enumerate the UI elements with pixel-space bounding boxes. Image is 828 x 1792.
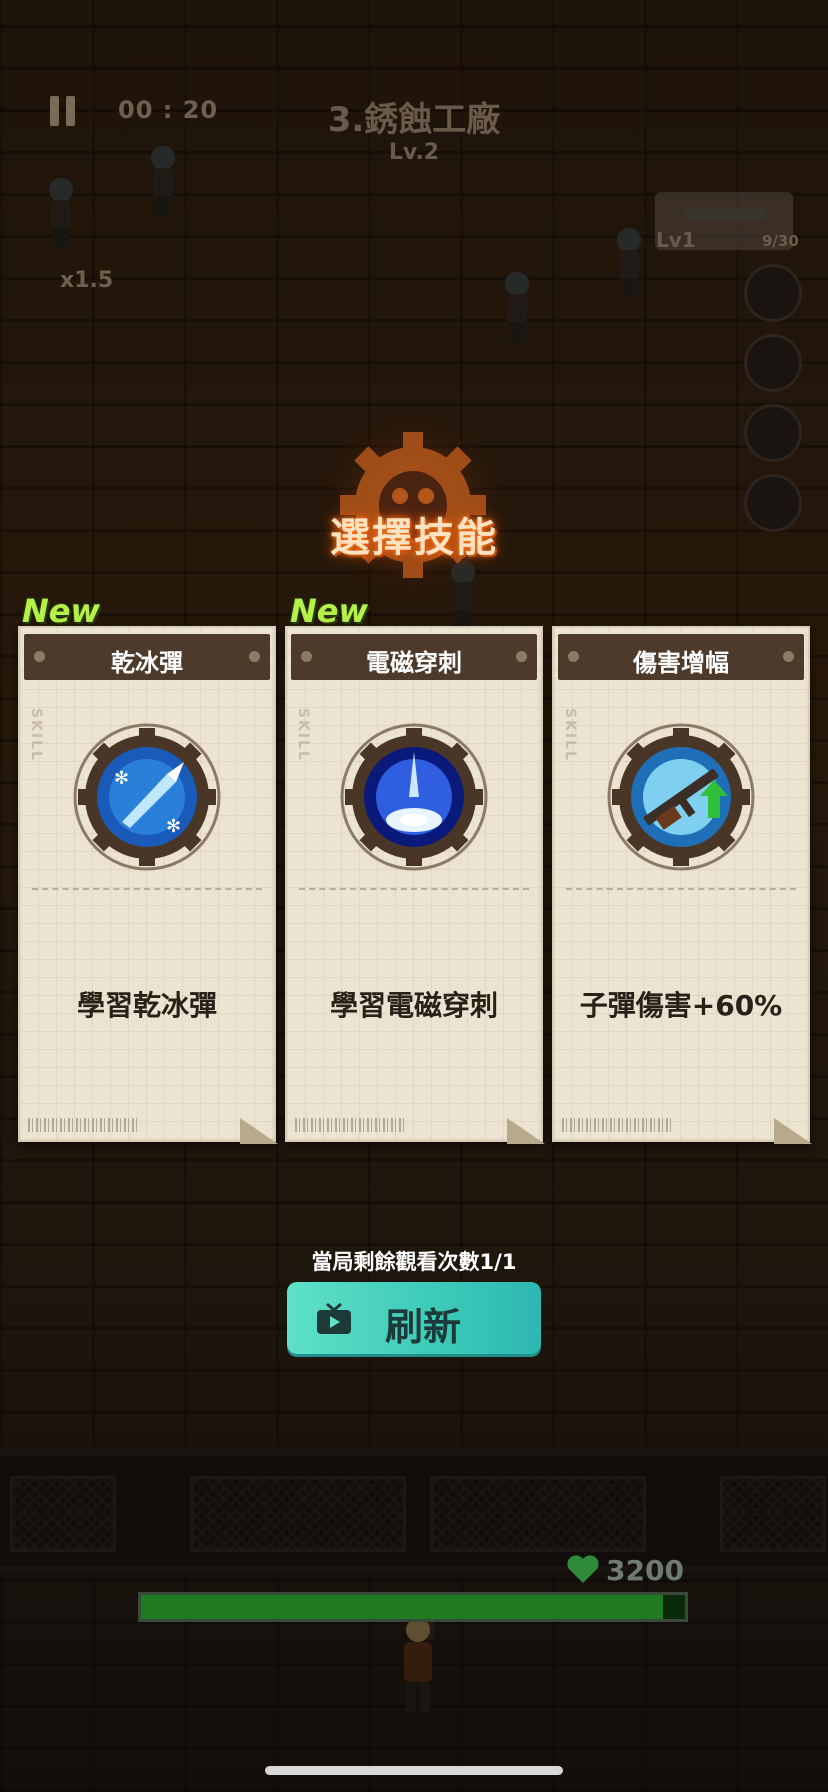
dialog-title: 選擇技能 (330, 515, 498, 561)
remaining-watch-count: 當局剩餘觀看次數1/1 (311, 1250, 517, 1274)
card-header: 乾冰彈 (24, 634, 270, 680)
rifle-icon (685, 208, 765, 220)
refresh-button[interactable]: 刷新 (287, 1282, 541, 1354)
card-header: 電磁穿刺 (291, 634, 537, 680)
skill-tag: SKILL (295, 708, 311, 762)
svg-text:✻: ✻ (166, 816, 181, 837)
skill-card-dry-ice-bullet[interactable]: 乾冰彈 SKILL ✻ ✻ 學習乾冰彈 (18, 626, 278, 1144)
ammo-count: 9/30 (762, 232, 799, 250)
new-badge: New (290, 592, 369, 630)
empty-skill-slot (744, 334, 802, 392)
skill-card-electromagnetic-pierce[interactable]: 電磁穿刺 SKILL 學習電磁穿刺 (285, 626, 545, 1144)
base-hp-fill (141, 1595, 664, 1619)
skill-description: 學習電磁穿刺 (329, 989, 498, 1022)
skill-card-damage-boost[interactable]: 傷害增幅 SKILL 子彈傷害+60% (552, 626, 812, 1144)
new-badge: New (22, 592, 101, 630)
electromagnetic-pierce-icon (340, 723, 488, 871)
refresh-label: 刷新 (385, 1305, 462, 1349)
empty-skill-slot (744, 264, 802, 322)
skill-description: 學習乾冰彈 (76, 989, 217, 1022)
skill-name: 傷害增幅 (633, 649, 729, 677)
skill-name: 乾冰彈 (111, 649, 183, 677)
base-hp-value: 3200 (606, 1554, 684, 1587)
base-hp-bar (138, 1592, 688, 1622)
stage-title: 3.銹蝕工廠 (327, 100, 501, 140)
stage-level: Lv.2 (388, 140, 440, 165)
home-indicator[interactable] (265, 1766, 563, 1775)
skill-name: 電磁穿刺 (366, 649, 462, 677)
skill-tag: SKILL (562, 708, 578, 762)
rifle-damage-up-icon (607, 723, 755, 871)
tv-ad-icon (317, 1302, 351, 1334)
weapon-level: Lv1 (656, 228, 696, 252)
empty-skill-slot (744, 404, 802, 462)
card-header: 傷害增幅 (558, 634, 804, 680)
skill-description: 子彈傷害+60% (579, 989, 783, 1022)
speed-multiplier[interactable]: x1.5 (60, 268, 113, 293)
skill-tag: SKILL (28, 708, 44, 762)
dry-ice-bullet-icon: ✻ ✻ (73, 723, 221, 871)
heart-icon (567, 1555, 599, 1583)
svg-text:✻: ✻ (114, 768, 129, 789)
